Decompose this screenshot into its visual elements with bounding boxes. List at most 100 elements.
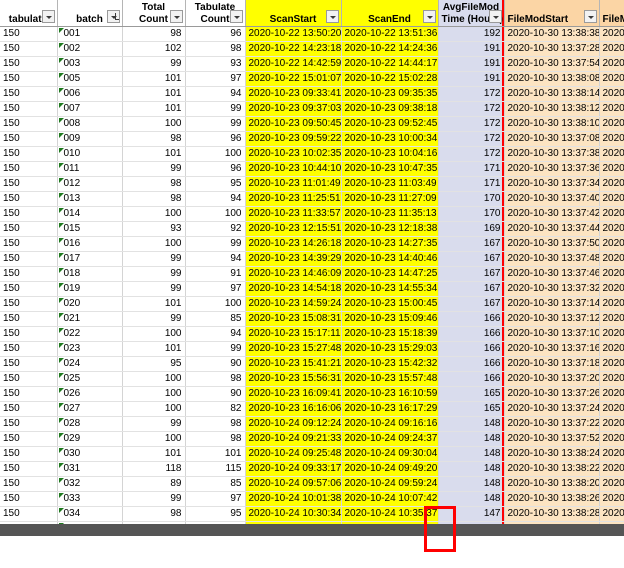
- cell-batch[interactable]: 002: [57, 42, 122, 57]
- cell-tabulator[interactable]: 150: [0, 147, 57, 162]
- cell-batch[interactable]: 030: [57, 447, 122, 462]
- cell-tabulated[interactable]: 97: [185, 282, 245, 297]
- cell-total[interactable]: 100: [122, 372, 185, 387]
- cell-avgfilemod[interactable]: 148: [438, 462, 504, 477]
- cell-fmend[interactable]: 2020-10-30 13:37:46: [599, 267, 624, 282]
- cell-batch[interactable]: 023: [57, 342, 122, 357]
- cell-total[interactable]: 102: [122, 42, 185, 57]
- cell-batch[interactable]: 018: [57, 267, 122, 282]
- cell-total[interactable]: 100: [122, 117, 185, 132]
- cell-scanend[interactable]: 2020-10-24 09:49:20: [341, 462, 438, 477]
- cell-tabulator[interactable]: 150: [0, 162, 57, 177]
- cell-total[interactable]: 99: [122, 492, 185, 507]
- cell-fmend[interactable]: 2020-10-30 13:37:28: [599, 387, 624, 402]
- cell-scanend[interactable]: 2020-10-23 11:27:09: [341, 192, 438, 207]
- cell-batch[interactable]: 022: [57, 327, 122, 342]
- table-row[interactable]: 15001298952020-10-23 11:01:492020-10-23 …: [0, 177, 624, 192]
- cell-tabulated[interactable]: 95: [185, 177, 245, 192]
- cell-total[interactable]: 100: [122, 387, 185, 402]
- cell-avgfilemod[interactable]: 166: [438, 372, 504, 387]
- cell-tabulated[interactable]: 97: [185, 72, 245, 87]
- cell-tabulator[interactable]: 150: [0, 507, 57, 522]
- cell-fmstart[interactable]: 2020-10-30 13:37:18: [504, 357, 599, 372]
- cell-avgfilemod[interactable]: 148: [438, 492, 504, 507]
- cell-tabulator[interactable]: 150: [0, 192, 57, 207]
- cell-total[interactable]: 101: [122, 72, 185, 87]
- filter-dropdown-icon-fmstart[interactable]: [584, 10, 597, 23]
- table-row[interactable]: 150025100982020-10-23 15:56:312020-10-23…: [0, 372, 624, 387]
- cell-batch[interactable]: 020: [57, 297, 122, 312]
- cell-fmend[interactable]: 2020-10-30 13:38:40: [599, 27, 624, 42]
- cell-scanend[interactable]: 2020-10-24 09:24:37: [341, 432, 438, 447]
- cell-tabulator[interactable]: 150: [0, 27, 57, 42]
- cell-scanend[interactable]: 2020-10-23 10:47:35: [341, 162, 438, 177]
- cell-scanend[interactable]: 2020-10-24 10:35:37: [341, 507, 438, 522]
- table-row[interactable]: 15003498952020-10-24 10:30:342020-10-24 …: [0, 507, 624, 522]
- cell-tabulated[interactable]: 99: [185, 342, 245, 357]
- cell-total[interactable]: 98: [122, 507, 185, 522]
- cell-scanend[interactable]: 2020-10-23 15:18:39: [341, 327, 438, 342]
- cell-avgfilemod[interactable]: 172: [438, 117, 504, 132]
- cell-avgfilemod[interactable]: 148: [438, 432, 504, 447]
- cell-tabulator[interactable]: 150: [0, 342, 57, 357]
- cell-total[interactable]: 118: [122, 462, 185, 477]
- cell-scanend[interactable]: 2020-10-23 15:00:45: [341, 297, 438, 312]
- cell-batch[interactable]: 031: [57, 462, 122, 477]
- cell-avgfilemod[interactable]: 170: [438, 207, 504, 222]
- cell-batch[interactable]: 034: [57, 507, 122, 522]
- cell-batch[interactable]: 011: [57, 162, 122, 177]
- cell-batch[interactable]: 009: [57, 132, 122, 147]
- cell-batch[interactable]: 003: [57, 57, 122, 72]
- cell-total[interactable]: 99: [122, 282, 185, 297]
- cell-tabulated[interactable]: 96: [185, 162, 245, 177]
- cell-tabulated[interactable]: 100: [185, 297, 245, 312]
- cell-batch[interactable]: 019: [57, 282, 122, 297]
- filter-dropdown-icon-avgfilemod[interactable]: [489, 10, 502, 23]
- cell-fmstart[interactable]: 2020-10-30 13:37:20: [504, 372, 599, 387]
- cell-scanstart[interactable]: 2020-10-23 16:09:41: [245, 387, 341, 402]
- cell-fmend[interactable]: 2020-10-30 13:37:40: [599, 192, 624, 207]
- cell-fmend[interactable]: 2020-10-30 13:38:22: [599, 462, 624, 477]
- cell-fmstart[interactable]: 2020-10-30 13:37:12: [504, 312, 599, 327]
- cell-tabulated[interactable]: 99: [185, 102, 245, 117]
- cell-fmstart[interactable]: 2020-10-30 13:37:32: [504, 282, 599, 297]
- cell-batch[interactable]: 028: [57, 417, 122, 432]
- filter-dropdown-icon-batch[interactable]: [107, 10, 120, 23]
- cell-tabulator[interactable]: 150: [0, 462, 57, 477]
- table-row[interactable]: 150008100992020-10-23 09:50:452020-10-23…: [0, 117, 624, 132]
- cell-tabulator[interactable]: 150: [0, 387, 57, 402]
- cell-tabulated[interactable]: 98: [185, 372, 245, 387]
- cell-avgfilemod[interactable]: 148: [438, 477, 504, 492]
- cell-tabulator[interactable]: 150: [0, 372, 57, 387]
- cell-avgfilemod[interactable]: 191: [438, 57, 504, 72]
- cell-fmend[interactable]: 2020-10-30 13:37:08: [599, 132, 624, 147]
- cell-fmend[interactable]: 2020-10-30 13:37:44: [599, 222, 624, 237]
- cell-scanend[interactable]: 2020-10-23 14:47:25: [341, 267, 438, 282]
- cell-scanstart[interactable]: 2020-10-24 09:25:48: [245, 447, 341, 462]
- cell-tabulator[interactable]: 150: [0, 267, 57, 282]
- column-header-scanend[interactable]: ScanEnd: [341, 0, 438, 27]
- cell-scanend[interactable]: 2020-10-23 14:55:34: [341, 282, 438, 297]
- cell-scanstart[interactable]: 2020-10-23 15:27:48: [245, 342, 341, 357]
- cell-scanstart[interactable]: 2020-10-23 14:46:09: [245, 267, 341, 282]
- cell-tabulator[interactable]: 150: [0, 357, 57, 372]
- cell-avgfilemod[interactable]: 166: [438, 312, 504, 327]
- cell-scanend[interactable]: 2020-10-24 10:07:42: [341, 492, 438, 507]
- cell-fmstart[interactable]: 2020-10-30 13:38:20: [504, 477, 599, 492]
- table-row[interactable]: 15001799942020-10-23 14:39:292020-10-23 …: [0, 252, 624, 267]
- cell-batch[interactable]: 027: [57, 402, 122, 417]
- cell-scanstart[interactable]: 2020-10-23 09:59:22: [245, 132, 341, 147]
- cell-tabulator[interactable]: 150: [0, 117, 57, 132]
- cell-scanstart[interactable]: 2020-10-24 09:57:06: [245, 477, 341, 492]
- cell-fmstart[interactable]: 2020-10-30 13:38:24: [504, 447, 599, 462]
- cell-scanstart[interactable]: 2020-10-23 10:02:35: [245, 147, 341, 162]
- cell-tabulator[interactable]: 150: [0, 207, 57, 222]
- cell-avgfilemod[interactable]: 167: [438, 237, 504, 252]
- cell-scanstart[interactable]: 2020-10-23 14:54:18: [245, 282, 341, 297]
- cell-batch[interactable]: 010: [57, 147, 122, 162]
- cell-tabulator[interactable]: 150: [0, 132, 57, 147]
- cell-tabulated[interactable]: 99: [185, 117, 245, 132]
- cell-fmstart[interactable]: 2020-10-30 13:37:38: [504, 147, 599, 162]
- cell-avgfilemod[interactable]: 167: [438, 297, 504, 312]
- cell-tabulator[interactable]: 150: [0, 42, 57, 57]
